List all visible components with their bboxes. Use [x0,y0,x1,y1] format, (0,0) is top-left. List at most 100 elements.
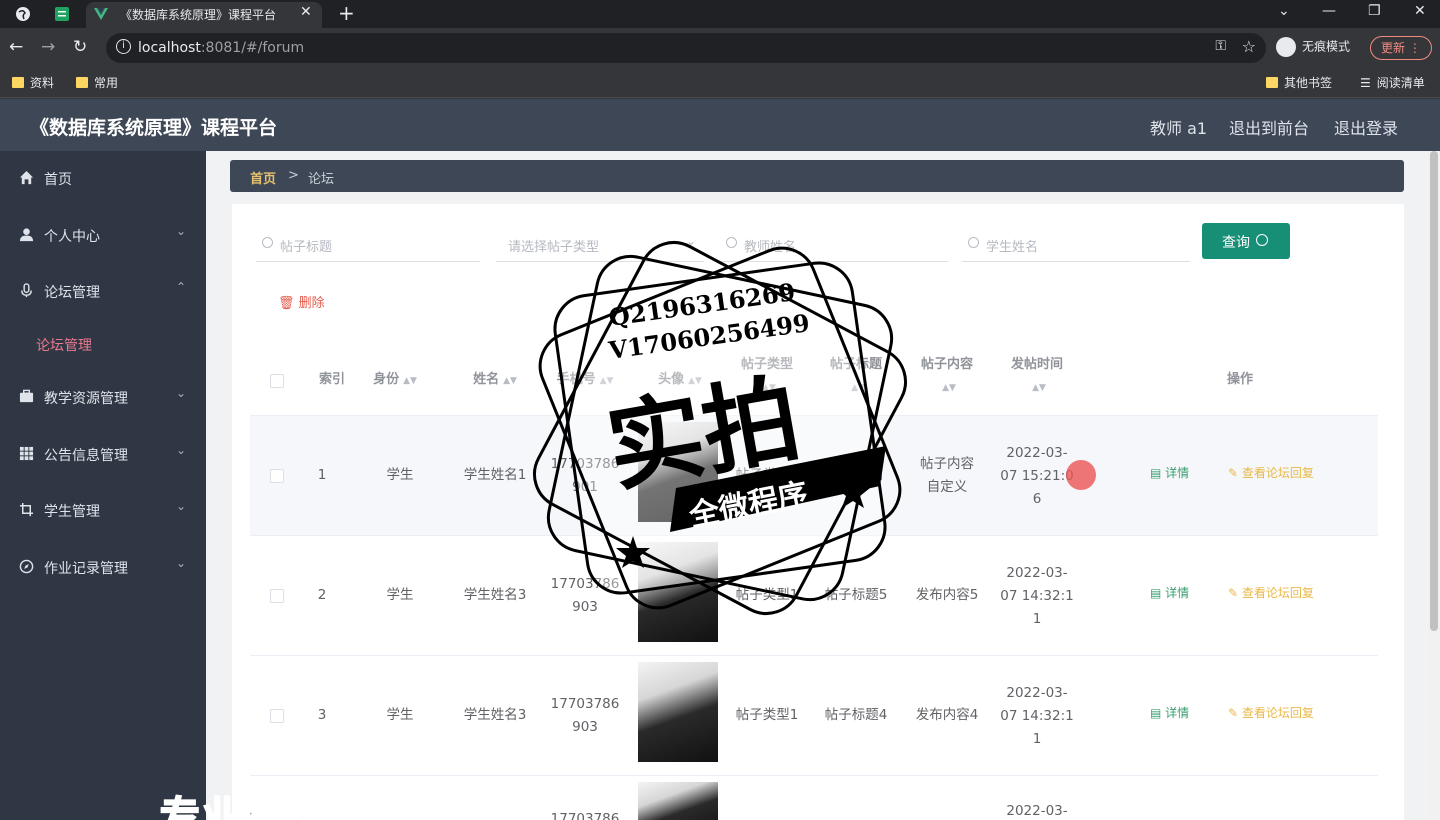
tab-close-icon[interactable]: ✕ [300,4,312,20]
col-role[interactable]: 身份 ▲▼ [360,368,430,387]
address-bar[interactable]: i localhost:8081/#/forum ⚿ ☆ [106,33,1266,63]
post-title-input[interactable]: 帖子标题 [256,226,480,262]
col-operation: 操作 [1226,372,1253,387]
folder-icon [76,77,88,88]
sidebar-item-home[interactable]: 首页 [0,151,206,207]
cell-time: 2022-03- 07 14:32:1 1 [1000,565,1074,627]
sort-icon[interactable]: ▲▼ [762,383,776,393]
back-icon[interactable]: ← [9,37,23,57]
search-icon [726,237,737,248]
col-type[interactable]: 帖子类型 ▲▼ [724,354,810,399]
search-icon [262,237,273,248]
sort-icon[interactable]: ▲▼ [688,376,702,386]
cell-type: 帖子类型1 [735,587,799,603]
page-scrollbar[interactable] [1428,151,1440,820]
view-replies-button[interactable]: ✎ 查看论坛回复 [1228,584,1314,601]
incognito-indicator[interactable]: 无痕模式 [1276,37,1350,57]
sidebar-item-personal[interactable]: 个人中心 ⌄ [0,208,206,264]
document-icon: ▤ [1150,466,1162,480]
logout-link[interactable]: 退出登录 [1334,115,1398,139]
update-button[interactable]: 更新 ⋮ [1370,36,1432,60]
row-checkbox[interactable] [270,709,284,723]
bookmark-folder[interactable]: 常用 [76,74,118,91]
new-tab-icon[interactable]: + [338,1,355,25]
trash-icon: 🗑 [278,296,295,311]
other-bookmarks[interactable]: 其他书签 [1266,74,1332,91]
tab-title[interactable]: 《数据库系统原理》课程平台 [120,6,276,23]
key-icon[interactable]: ⚿ [1215,38,1226,54]
url-text[interactable]: localhost:8081/#/forum [138,40,304,56]
avatar-image[interactable] [638,782,718,820]
row-checkbox[interactable] [270,469,284,483]
restore-icon[interactable]: ❐ [1368,3,1381,19]
delete-button[interactable]: 🗑 删除 [278,292,325,311]
sort-icon[interactable]: ▲▼ [942,383,956,393]
sidebar-item-forum[interactable]: 论坛管理 ⌃ [0,264,206,320]
sidebar-item-students[interactable]: 学生管理 ⌄ [0,483,206,539]
cell-content: 发布内容5 [915,587,979,603]
breadcrumb-current: 论坛 [308,172,335,187]
chevron-down-icon: ⌄ [176,386,187,400]
reading-list[interactable]: ☰ 阅读清单 [1360,74,1425,91]
exit-to-front-link[interactable]: 退出到前台 [1229,115,1309,139]
sheet-icon[interactable] [54,6,70,22]
cell-phone: 17703786 [550,811,620,820]
minimize-icon[interactable]: — [1322,3,1336,19]
sidebar-item-label: 公告信息管理 [44,448,128,464]
main-content: 首页 > 论坛 帖子标题 请选择帖子类型 ⌄ 教师姓名 学生姓名 查询 🗑 删除… [206,151,1428,820]
col-index: 索引 [318,372,345,387]
col-time[interactable]: 发帖时间 ▲▼ [992,354,1082,399]
sidebar-subitem-forum-manage[interactable]: 论坛管理 [0,319,206,369]
detail-button[interactable]: ▤ 详情 [1150,464,1189,481]
table-row[interactable]: 1 学生 学生姓名1 17703786 901 帖子类型2 学生发帖 帖子内容 自定… [250,416,1378,536]
cell-time: 2022-03- 07 14:32:1 1 [1000,685,1074,747]
breadcrumb-home[interactable]: 首页 [250,168,276,187]
avatar-image[interactable] [638,542,718,642]
detail-button[interactable]: ▤ 详情 [1150,584,1189,601]
scrollbar-thumb[interactable] [1430,151,1438,631]
briefcase-icon [19,389,34,403]
search-button[interactable]: 查询 [1202,223,1290,259]
col-name[interactable]: 姓名 ▲▼ [450,368,540,387]
sidebar-item-notices[interactable]: 公告信息管理 ⌄ [0,427,206,483]
sidebar-item-resources[interactable]: 教学资源管理 ⌄ [0,370,206,426]
forward-icon[interactable]: → [41,37,55,57]
view-replies-button[interactable]: ✎ 查看论坛回复 [1228,704,1314,721]
table-row[interactable]: 2 学生 学生姓名3 17703786 903 帖子类型1 帖子标题5 发布内容5… [250,536,1378,656]
student-name-input[interactable]: 学生姓名 [962,226,1190,262]
col-content[interactable]: 帖子内容 ▲▼ [902,354,992,399]
view-replies-button[interactable]: ✎ 查看论坛回复 [1228,464,1314,481]
sort-icon[interactable]: ▲▼ [403,376,417,386]
search-icon [1256,234,1268,246]
grid-icon [19,446,34,461]
sidebar-item-homework[interactable]: 作业记录管理 ⌄ [0,540,206,596]
sort-icon[interactable]: ▲▼ [503,376,517,386]
col-avatar[interactable]: 头像 ▲▼ [635,368,725,387]
cell-index: 3 [317,707,327,723]
table-row[interactable]: 17703786 2022-03- [250,776,1378,820]
avatar-image[interactable] [638,422,718,522]
bookmark-folder[interactable]: 资料 [12,74,54,91]
tab-search-icon[interactable]: ⌄ [1278,3,1290,19]
detail-button[interactable]: ▤ 详情 [1150,704,1189,721]
sort-icon[interactable]: ▲▼ [1032,383,1046,393]
col-phone[interactable]: 手机号 ▲▼ [540,368,630,387]
close-window-icon[interactable]: ✕ [1414,3,1426,19]
reload-icon[interactable]: ↻ [73,37,87,57]
bookmark-star-icon[interactable]: ☆ [1242,37,1256,56]
select-all-checkbox[interactable] [270,374,284,388]
table-row[interactable]: 3 学生 学生姓名3 17703786 903 帖子类型1 帖子标题4 发布内容4… [250,656,1378,776]
col-title[interactable]: 帖子标题 ▲▼ [812,354,900,399]
teacher-name-input[interactable]: 教师姓名 [720,226,948,262]
globe-icon[interactable] [15,6,31,22]
sidebar: 首页 个人中心 ⌄ 论坛管理 ⌃ 论坛管理 教学资源管理 ⌄ 公告信息管理 ⌄ … [0,151,206,820]
post-type-select[interactable]: 请选择帖子类型 ⌄ [496,226,704,262]
cell-content: 发布内容4 [915,707,979,723]
sidebar-item-label: 作业记录管理 [44,561,128,577]
sort-icon[interactable]: ▲▼ [600,376,614,386]
incognito-icon [1276,37,1296,57]
row-checkbox[interactable] [270,589,284,603]
site-info-icon[interactable]: i [116,39,131,54]
sort-icon[interactable]: ▲▼ [851,383,865,393]
avatar-image[interactable] [638,662,718,762]
